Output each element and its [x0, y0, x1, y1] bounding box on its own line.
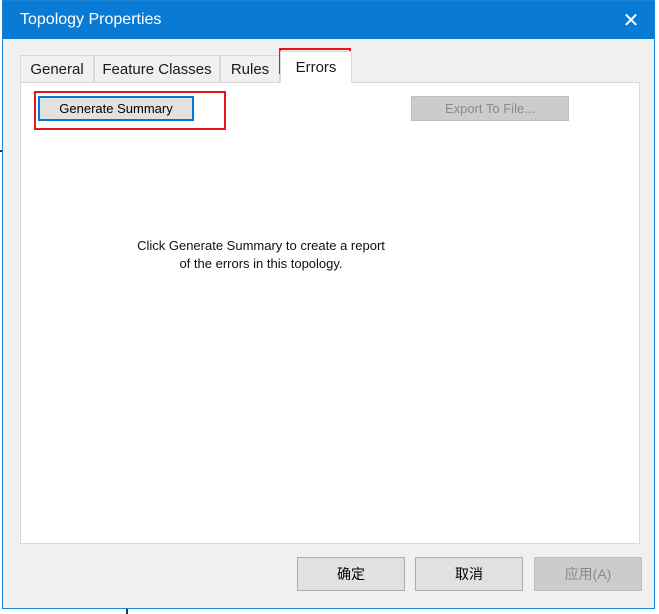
window-title: Topology Properties	[20, 11, 162, 28]
tab-feature-classes[interactable]: Feature Classes	[94, 55, 220, 82]
tab-general[interactable]: General	[20, 55, 94, 82]
tab-rules[interactable]: Rules	[220, 55, 280, 82]
message-line: of the errors in this topology.	[179, 256, 343, 271]
tab-label: Errors	[295, 59, 337, 76]
apply-label: 应用(A)	[564, 566, 612, 582]
apply-button[interactable]: 应用(A)	[534, 557, 642, 591]
errors-panel: Generate Summary Export To File... Click…	[20, 82, 640, 544]
close-icon: ✕	[622, 9, 640, 32]
cancel-label: 取消	[455, 566, 483, 582]
tab-errors[interactable]: Errors	[280, 51, 352, 83]
topology-properties-dialog: Topology Properties ✕ General Feature Cl…	[2, 0, 655, 609]
close-button[interactable]: ✕	[608, 1, 654, 39]
tab-label: Feature Classes	[102, 60, 212, 78]
export-to-file-button[interactable]: Export To File...	[411, 96, 569, 121]
generate-summary-button[interactable]: Generate Summary	[38, 96, 194, 121]
tab-label: General	[30, 60, 84, 78]
message-line: Click Generate Summary to create a repor…	[137, 238, 385, 253]
export-to-file-label: Export To File...	[444, 101, 536, 116]
ok-button[interactable]: 确定	[297, 557, 405, 591]
generate-summary-label: Generate Summary	[59, 101, 173, 116]
errors-message: Click Generate Summary to create a repor…	[21, 237, 501, 273]
ok-label: 确定	[337, 566, 365, 582]
cancel-button[interactable]: 取消	[415, 557, 523, 591]
tab-label: Rules	[230, 60, 270, 78]
title-bar[interactable]: Topology Properties ✕	[3, 1, 654, 39]
